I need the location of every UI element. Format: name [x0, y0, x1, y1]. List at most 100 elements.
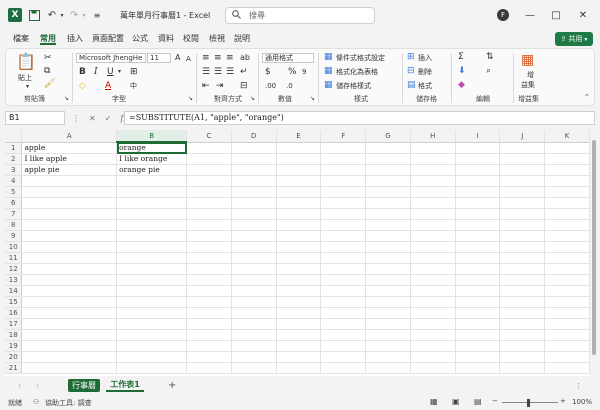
cell[interactable] [455, 186, 501, 198]
cell[interactable] [455, 307, 501, 319]
cell[interactable] [410, 153, 456, 165]
font-launcher-icon[interactable]: ↘ [188, 94, 193, 104]
tab-review[interactable]: 校閱 [183, 33, 199, 44]
cell[interactable] [186, 197, 232, 209]
cell[interactable] [544, 197, 590, 209]
cell[interactable] [499, 285, 546, 297]
cell[interactable] [410, 175, 456, 187]
cell[interactable] [231, 318, 277, 330]
align-top-icon[interactable]: ≡ [202, 53, 210, 63]
cell[interactable]: I like apple [21, 153, 118, 165]
cell[interactable] [116, 175, 188, 187]
clear-icon[interactable]: ◆ [458, 80, 465, 90]
cell[interactable] [231, 307, 277, 319]
row-header[interactable]: 6 [5, 197, 23, 209]
font-size-select[interactable]: 11 [147, 53, 171, 63]
cell[interactable] [320, 153, 367, 165]
cell[interactable] [186, 153, 232, 165]
cell[interactable] [544, 274, 590, 286]
font-color-icon[interactable]: A [105, 81, 111, 91]
cell[interactable] [365, 307, 411, 319]
row-header[interactable]: 15 [5, 296, 23, 308]
cell[interactable] [276, 318, 322, 330]
cell[interactable] [410, 219, 456, 231]
cell[interactable]: I like orange [116, 153, 188, 165]
paste-label[interactable]: 貼上 [18, 73, 32, 83]
cell[interactable] [186, 351, 232, 363]
cell[interactable] [231, 175, 277, 187]
column-header[interactable]: A [21, 130, 118, 143]
cell[interactable] [544, 318, 590, 330]
row-header[interactable]: 14 [5, 285, 23, 297]
cell[interactable] [410, 186, 456, 198]
cell[interactable] [410, 230, 456, 242]
next-sheet-icon[interactable]: › [36, 379, 39, 392]
cell[interactable] [499, 241, 546, 253]
cell[interactable] [410, 241, 456, 253]
addins-label-line2[interactable]: 益集 [521, 80, 535, 90]
italic-icon[interactable]: I [94, 67, 98, 77]
cell[interactable] [455, 274, 501, 286]
cell[interactable] [499, 362, 546, 374]
cell[interactable] [320, 175, 367, 187]
cell[interactable] [116, 219, 188, 231]
sheet-tab-sheet1[interactable]: 工作表1 [106, 379, 144, 392]
align-middle-icon[interactable]: ≡ [214, 53, 222, 63]
cell[interactable] [21, 241, 118, 253]
more-icon[interactable]: ⋮ [72, 114, 80, 123]
cell[interactable] [499, 197, 546, 209]
cell[interactable] [455, 351, 501, 363]
cell[interactable] [499, 329, 546, 341]
cell[interactable] [499, 175, 546, 187]
cell[interactable] [116, 296, 188, 308]
conditional-format-button[interactable]: 條件式格式設定 [336, 53, 385, 63]
cell[interactable] [186, 285, 232, 297]
align-left-icon[interactable]: ☰ [202, 67, 210, 77]
delete-cells-button[interactable]: 刪除 [418, 67, 432, 77]
cell[interactable] [455, 164, 501, 176]
cell[interactable] [320, 340, 367, 352]
column-header[interactable]: B [116, 130, 188, 143]
cell[interactable] [276, 296, 322, 308]
comma-style-icon[interactable]: 9 [302, 67, 306, 77]
copy-icon[interactable]: ⧉ [44, 66, 50, 76]
row-header[interactable]: 16 [5, 307, 23, 319]
cell[interactable] [410, 362, 456, 374]
cell[interactable] [410, 208, 456, 220]
cell[interactable] [276, 208, 322, 220]
row-header[interactable]: 19 [5, 340, 23, 352]
save-icon[interactable] [28, 8, 40, 22]
cell[interactable] [320, 285, 367, 297]
cell[interactable] [410, 274, 456, 286]
cell[interactable] [116, 208, 188, 220]
cancel-icon[interactable]: ✕ [89, 114, 96, 123]
paste-icon[interactable]: 📋 [16, 53, 36, 71]
cell[interactable] [544, 340, 590, 352]
enter-icon[interactable]: ✓ [105, 114, 112, 123]
cell[interactable] [116, 252, 188, 264]
cell[interactable] [410, 351, 456, 363]
cell[interactable] [320, 307, 367, 319]
cell[interactable] [365, 340, 411, 352]
cell[interactable] [455, 230, 501, 242]
cell[interactable] [544, 219, 590, 231]
cell[interactable] [365, 153, 411, 165]
maximize-icon[interactable]: □ [548, 8, 564, 22]
cell[interactable] [276, 186, 322, 198]
cell[interactable] [276, 175, 322, 187]
cell[interactable]: apple pie [21, 164, 118, 176]
cell[interactable] [276, 241, 322, 253]
cell[interactable] [21, 351, 118, 363]
row-header[interactable]: 18 [5, 329, 23, 341]
cell[interactable] [544, 351, 590, 363]
cell[interactable] [231, 153, 277, 165]
name-box[interactable]: B1 [5, 111, 65, 125]
cell[interactable] [499, 208, 546, 220]
cell[interactable] [455, 175, 501, 187]
customize-toolbar-icon[interactable]: ≡ [92, 8, 102, 22]
cell[interactable] [544, 263, 590, 275]
cell[interactable] [455, 329, 501, 341]
cell[interactable] [410, 340, 456, 352]
cell[interactable] [455, 296, 501, 308]
cell[interactable] [320, 296, 367, 308]
